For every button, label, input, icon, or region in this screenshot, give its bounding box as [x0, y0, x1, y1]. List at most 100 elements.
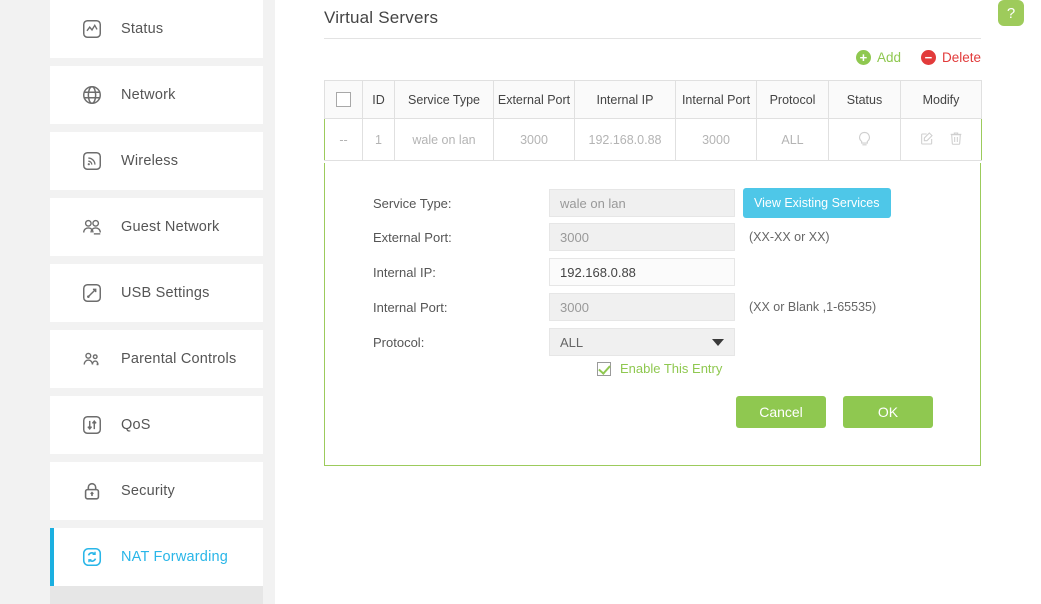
sidebar: Status Network Wireless Guest Network US…	[50, 0, 263, 604]
sidebar-item-security[interactable]: Security	[50, 462, 263, 520]
title-divider	[324, 38, 981, 39]
row-modify-cell[interactable]	[900, 118, 982, 161]
status-icon	[77, 14, 107, 44]
sidebar-item-label: Network	[121, 87, 176, 103]
service-type-row: Service Type: wale on lan View Existing …	[325, 188, 980, 218]
sidebar-item-label: NAT Forwarding	[121, 549, 229, 565]
row-external-port: 3000	[493, 118, 575, 161]
chevron-down-icon	[712, 338, 724, 346]
entry-edit-panel: Service Type: wale on lan View Existing …	[324, 163, 981, 466]
sidebar-item-parental-controls[interactable]: Parental Controls	[50, 330, 263, 388]
parental-controls-icon	[77, 344, 107, 374]
view-existing-services-button[interactable]: View Existing Services	[743, 188, 891, 218]
external-port-input[interactable]: 3000	[549, 223, 735, 251]
nat-forwarding-icon	[77, 542, 107, 572]
active-accent-bar	[50, 264, 54, 322]
external-port-hint: (XX-XX or XX)	[749, 230, 830, 244]
table-toolbar: + Add − Delete	[855, 50, 981, 65]
enable-entry-checkbox[interactable]	[597, 361, 611, 376]
active-accent-bar	[50, 66, 54, 124]
minus-icon: −	[920, 50, 936, 65]
sidebar-item-network[interactable]: Network	[50, 66, 263, 124]
row-status-cell[interactable]	[828, 118, 901, 161]
table-header-row: ID Service Type External Port Internal I…	[324, 80, 982, 119]
sidebar-item-label: Guest Network	[121, 219, 220, 235]
column-header-service-type: Service Type	[394, 80, 494, 119]
row-select-cell[interactable]: --	[324, 118, 363, 161]
router-admin-page: Status Network Wireless Guest Network US…	[0, 0, 1041, 604]
form-actions: Cancel OK	[736, 396, 933, 428]
globe-icon	[77, 80, 107, 110]
row-service-type: wale on lan	[394, 118, 494, 161]
plus-icon: +	[855, 50, 871, 65]
sidebar-item-label: Status	[121, 21, 164, 37]
cancel-button[interactable]: Cancel	[736, 396, 826, 428]
sidebar-item-wireless[interactable]: Wireless	[50, 132, 263, 190]
active-accent-bar	[50, 396, 54, 454]
row-id: 1	[362, 118, 395, 161]
sidebar-item-label: Parental Controls	[121, 351, 237, 367]
sidebar-item-label: QoS	[121, 417, 151, 433]
row-internal-port: 3000	[675, 118, 757, 161]
add-button[interactable]: + Add	[855, 50, 901, 65]
protocol-select-value: ALL	[560, 334, 584, 350]
column-header-protocol: Protocol	[756, 80, 829, 119]
sidebar-item-qos[interactable]: QoS	[50, 396, 263, 454]
help-icon[interactable]: ?	[998, 0, 1024, 26]
main-content: ? Virtual Servers + Add − Delete ID Serv…	[275, 0, 1041, 604]
sidebar-item-usb-settings[interactable]: USB Settings	[50, 264, 263, 322]
column-header-external-port: External Port	[493, 80, 575, 119]
delete-button[interactable]: − Delete	[920, 50, 981, 65]
row-internal-ip: 192.168.0.88	[574, 118, 676, 161]
column-header-internal-ip: Internal IP	[574, 80, 676, 119]
internal-ip-label: Internal IP:	[373, 264, 436, 280]
usb-icon	[77, 278, 107, 308]
internal-port-hint: (XX or Blank ,1-65535)	[749, 300, 877, 314]
column-header-id: ID	[362, 80, 395, 119]
sidebar-subitem-alg[interactable]: ALG	[50, 586, 263, 604]
external-port-row: External Port: 3000 (XX-XX or XX)	[325, 223, 980, 251]
sidebar-item-guest-network[interactable]: Guest Network	[50, 198, 263, 256]
nav-divider	[50, 454, 263, 462]
service-type-input[interactable]: wale on lan	[549, 189, 735, 217]
add-button-label: Add	[876, 50, 901, 65]
wireless-icon	[77, 146, 107, 176]
select-all-header[interactable]	[324, 80, 363, 119]
active-accent-bar	[50, 528, 54, 586]
internal-port-input[interactable]: 3000	[549, 293, 735, 321]
bulb-icon[interactable]	[829, 130, 900, 149]
guest-network-icon	[77, 212, 107, 242]
delete-button-label: Delete	[941, 50, 981, 65]
enable-entry-toggle[interactable]: Enable This Entry	[597, 361, 722, 376]
protocol-select[interactable]: ALL	[549, 328, 735, 356]
column-header-modify: Modify	[900, 80, 982, 119]
sidebar-item-status[interactable]: Status	[50, 0, 263, 58]
nav-divider	[50, 190, 263, 198]
ok-button[interactable]: OK	[843, 396, 933, 428]
table-row[interactable]: -- 1 wale on lan 3000 192.168.0.88 3000 …	[324, 118, 982, 161]
sidebar-item-nat-forwarding[interactable]: NAT Forwarding	[50, 528, 263, 586]
sidebar-item-label: USB Settings	[121, 285, 210, 301]
lock-icon	[77, 476, 107, 506]
select-all-checkbox[interactable]	[336, 92, 351, 108]
sidebar-item-label: Wireless	[121, 153, 179, 169]
page-title: Virtual Servers	[324, 8, 439, 27]
edit-icon[interactable]	[919, 130, 935, 149]
delete-icon[interactable]	[948, 130, 964, 149]
external-port-label: External Port:	[373, 229, 452, 245]
active-accent-bar	[50, 462, 54, 520]
internal-ip-input[interactable]: 192.168.0.88	[549, 258, 735, 286]
internal-ip-row: Internal IP: 192.168.0.88	[325, 258, 980, 286]
sidebar-item-label: Security	[121, 483, 175, 499]
nav-divider	[50, 520, 263, 528]
enable-entry-label: Enable This Entry	[620, 361, 723, 376]
nav-divider	[50, 322, 263, 330]
protocol-label: Protocol:	[373, 334, 425, 350]
virtual-servers-table: ID Service Type External Port Internal I…	[324, 80, 982, 161]
internal-port-row: Internal Port: 3000 (XX or Blank ,1-6553…	[325, 293, 980, 321]
nav-divider	[50, 58, 263, 66]
nav-divider	[50, 124, 263, 132]
qos-icon	[77, 410, 107, 440]
nav-divider	[50, 256, 263, 264]
nav-divider	[50, 388, 263, 396]
